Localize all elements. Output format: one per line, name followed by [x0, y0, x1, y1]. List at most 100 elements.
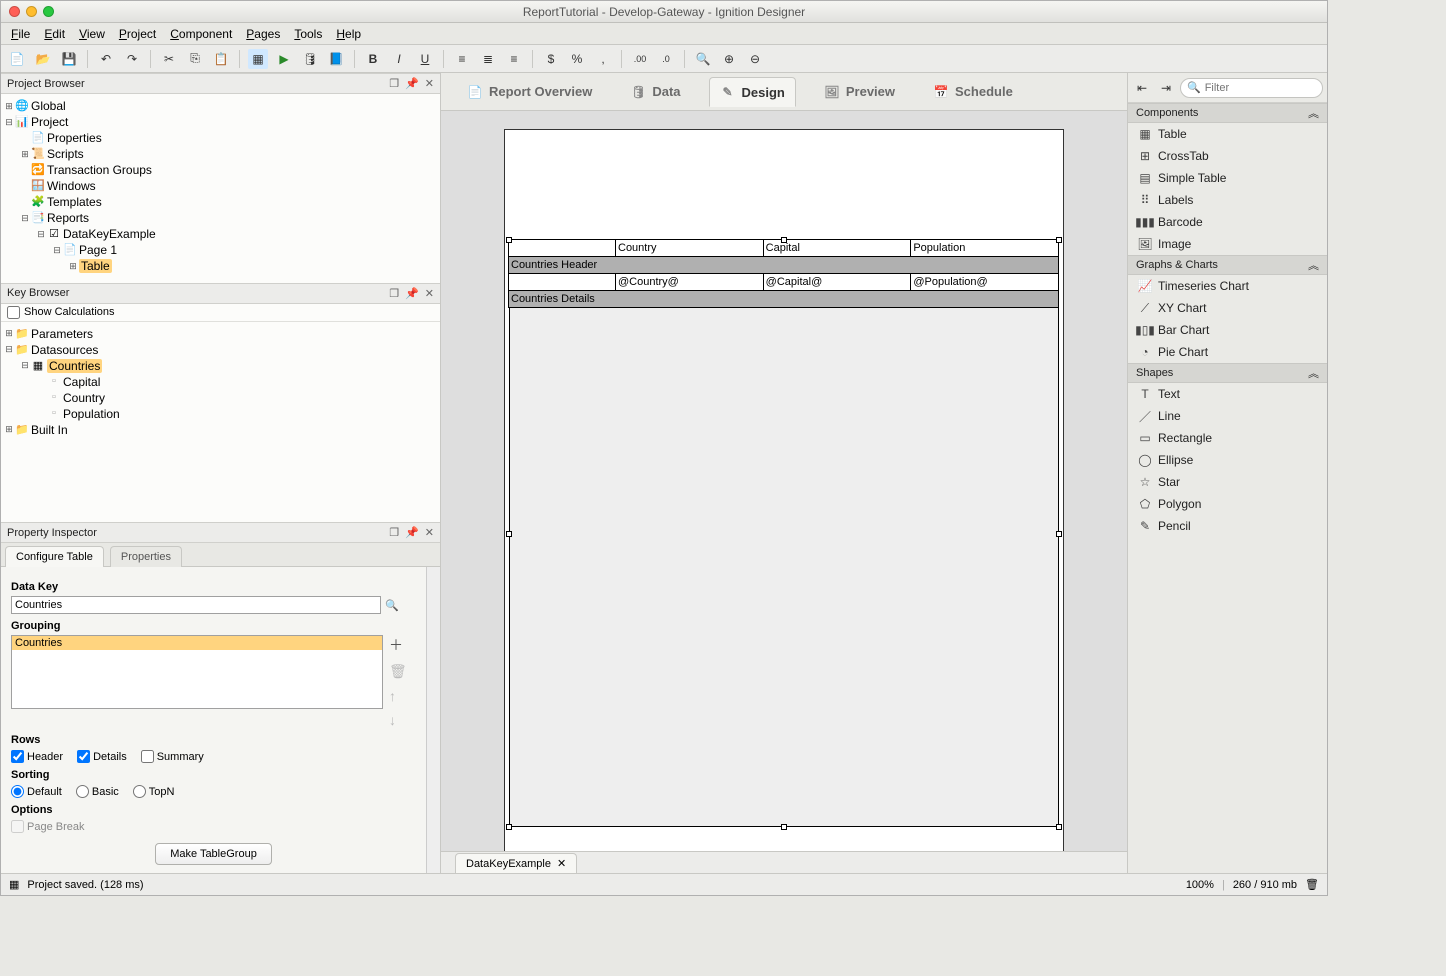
tree-global[interactable]: Global — [31, 99, 66, 113]
tab-design[interactable]: ✎Design — [709, 77, 796, 107]
paste-button[interactable]: 📋 — [211, 49, 231, 69]
open-button[interactable]: 📂 — [33, 49, 53, 69]
undo-button[interactable]: ↶ — [96, 49, 116, 69]
doc-tab-datakeyexample[interactable]: DataKeyExample ✕ — [455, 853, 577, 873]
tab-report-overview[interactable]: 📄Report Overview — [457, 78, 602, 106]
tree-windows[interactable]: Windows — [47, 179, 96, 193]
panel-restore-icon[interactable]: ❐ — [389, 77, 399, 90]
key-countries[interactable]: Countries — [47, 359, 102, 373]
table-body-area[interactable] — [509, 307, 1059, 827]
design-canvas[interactable]: Country Capital Population Countries Hea… — [441, 111, 1127, 851]
palette-star[interactable]: ☆Star — [1128, 471, 1327, 493]
panel-pin-icon[interactable]: 📌 — [405, 287, 419, 300]
palette-table[interactable]: ▦Table — [1128, 123, 1327, 145]
cell-capital[interactable]: @Capital@ — [763, 273, 912, 291]
panel-close-icon[interactable]: ✕ — [425, 526, 434, 539]
italic-button[interactable]: I — [389, 49, 409, 69]
tree-templates[interactable]: Templates — [47, 195, 102, 209]
sort-basic-radio[interactable] — [76, 785, 89, 798]
palette-rectangle[interactable]: ▭Rectangle — [1128, 427, 1327, 449]
key-datasources[interactable]: Datasources — [31, 343, 98, 357]
palette-barcode[interactable]: ▮▮▮Barcode — [1128, 211, 1327, 233]
grouping-list[interactable]: Countries — [11, 635, 383, 709]
underline-button[interactable]: U — [415, 49, 435, 69]
palette-collapse-button[interactable]: ⇤ — [1132, 78, 1152, 98]
cat-graphs-header[interactable]: Graphs & Charts︽ — [1128, 255, 1327, 275]
palette-piechart[interactable]: ◔Pie Chart — [1128, 341, 1327, 363]
panel-pin-icon[interactable]: 📌 — [405, 526, 419, 539]
palette-labels[interactable]: ⠿Labels — [1128, 189, 1327, 211]
tab-configure-table[interactable]: Configure Table — [5, 546, 104, 567]
panel-close-icon[interactable]: ✕ — [425, 287, 434, 300]
sort-default-radio[interactable] — [11, 785, 24, 798]
tree-scripts[interactable]: Scripts — [47, 147, 84, 161]
band-details[interactable]: Countries Details — [508, 290, 1059, 308]
panel-close-icon[interactable]: ✕ — [425, 77, 434, 90]
palette-xychart[interactable]: ⟋XY Chart — [1128, 297, 1327, 319]
status-grid-icon[interactable]: ▦ — [9, 878, 19, 891]
redo-button[interactable]: ↷ — [122, 49, 142, 69]
key-country[interactable]: Country — [63, 391, 105, 405]
grouping-remove-button[interactable]: 🗑 — [389, 663, 407, 680]
palette-crosstab[interactable]: ⊞CrossTab — [1128, 145, 1327, 167]
key-parameters[interactable]: Parameters — [31, 327, 93, 341]
menu-pages[interactable]: Pages — [246, 27, 280, 41]
tab-preview[interactable]: 🖼Preview — [814, 78, 905, 106]
save-button[interactable]: 💾 — [59, 49, 79, 69]
key-builtin[interactable]: Built In — [31, 423, 68, 437]
doc-tab-close-icon[interactable]: ✕ — [557, 857, 566, 870]
menu-view[interactable]: View — [79, 27, 105, 41]
mode-script-button[interactable]: 📘 — [326, 49, 346, 69]
palette-ellipse[interactable]: ◯Ellipse — [1128, 449, 1327, 471]
menu-component[interactable]: Component — [170, 27, 232, 41]
palette-polygon[interactable]: ⬠Polygon — [1128, 493, 1327, 515]
rows-header-checkbox[interactable] — [11, 750, 24, 763]
format-percent-button[interactable]: % — [567, 49, 587, 69]
cell-country[interactable]: @Country@ — [615, 273, 764, 291]
format-currency-button[interactable]: $ — [541, 49, 561, 69]
report-page[interactable]: Country Capital Population Countries Hea… — [504, 129, 1064, 851]
tree-txgroups[interactable]: Transaction Groups — [47, 163, 152, 177]
panel-restore-icon[interactable]: ❐ — [389, 287, 399, 300]
sort-topn-radio[interactable] — [133, 785, 146, 798]
cut-button[interactable]: ✂ — [159, 49, 179, 69]
mode-preview-button[interactable]: ▶ — [274, 49, 294, 69]
align-right-button[interactable]: ≡ — [504, 49, 524, 69]
status-zoom[interactable]: 100% — [1186, 879, 1214, 891]
copy-button[interactable]: ⎘ — [185, 49, 205, 69]
mode-design-button[interactable]: ▦ — [248, 49, 268, 69]
cell-population[interactable]: @Population@ — [910, 273, 1059, 291]
palette-simple-table[interactable]: ▤Simple Table — [1128, 167, 1327, 189]
property-scrollbar[interactable] — [426, 567, 440, 873]
rows-details-checkbox[interactable] — [77, 750, 90, 763]
rows-summary-checkbox[interactable] — [141, 750, 154, 763]
format-thousands-button[interactable]: , — [593, 49, 613, 69]
tree-page1[interactable]: Page 1 — [79, 243, 117, 257]
new-button[interactable]: 📄 — [7, 49, 27, 69]
panel-pin-icon[interactable]: 📌 — [405, 77, 419, 90]
palette-line[interactable]: ／Line — [1128, 405, 1327, 427]
show-calculations-checkbox[interactable] — [7, 306, 20, 319]
palette-timeseries[interactable]: 📈Timeseries Chart — [1128, 275, 1327, 297]
tree-reports[interactable]: Reports — [47, 211, 89, 225]
increase-decimal-button[interactable]: .00 — [630, 49, 650, 69]
key-population[interactable]: Population — [63, 407, 120, 421]
zoom-in-button[interactable]: ⊕ — [719, 49, 739, 69]
grouping-add-button[interactable]: ＋ — [389, 635, 407, 655]
key-capital[interactable]: Capital — [63, 375, 100, 389]
palette-search[interactable]: 🔍 — [1180, 78, 1323, 98]
zoom-fit-button[interactable]: 🔍 — [693, 49, 713, 69]
tab-data[interactable]: 🛢Data — [620, 78, 690, 106]
data-key-field[interactable] — [11, 596, 381, 614]
palette-barchart[interactable]: ▮▯▮Bar Chart — [1128, 319, 1327, 341]
palette-text[interactable]: TText — [1128, 383, 1327, 405]
panel-restore-icon[interactable]: ❐ — [389, 526, 399, 539]
grouping-item[interactable]: Countries — [12, 636, 382, 650]
key-tree[interactable]: ⊞📁Parameters ⊟📁Datasources ⊟▦Countries ▫… — [1, 322, 440, 442]
data-key-search-icon[interactable]: 🔍 — [385, 599, 399, 612]
palette-filter-field[interactable] — [1205, 82, 1316, 94]
report-table-component[interactable]: Country Capital Population Countries Hea… — [509, 240, 1059, 827]
tree-project[interactable]: Project — [31, 115, 68, 129]
status-gc-icon[interactable]: 🗑 — [1305, 878, 1319, 891]
bold-button[interactable]: B — [363, 49, 383, 69]
